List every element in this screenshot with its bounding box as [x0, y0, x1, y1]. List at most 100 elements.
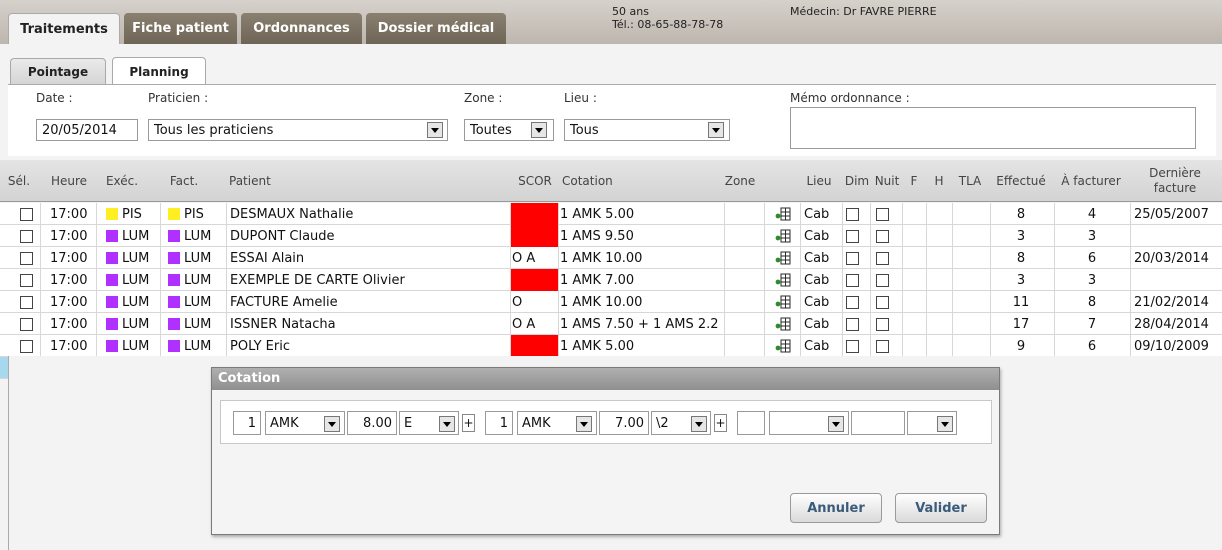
row-patient[interactable]: ESSAI Alain: [230, 247, 508, 269]
col-nuit[interactable]: Nuit: [872, 160, 902, 202]
col-zone[interactable]: Zone: [720, 160, 760, 202]
row-nuit-checkbox[interactable]: [876, 335, 896, 357]
row-select-checkbox[interactable]: [20, 335, 36, 357]
subtab-planning[interactable]: Planning: [112, 57, 206, 85]
row-select-checkbox[interactable]: [20, 313, 36, 335]
row-cotation[interactable]: 1 AMS 7.50 + 1 AMS 2.2: [560, 313, 724, 335]
checkbox[interactable]: [876, 273, 889, 287]
checkbox[interactable]: [20, 207, 33, 221]
tab-traitements[interactable]: Traitements: [8, 13, 120, 44]
checkbox[interactable]: [876, 207, 889, 221]
checkbox[interactable]: [876, 229, 889, 243]
row-cotation[interactable]: 1 AMK 10.00: [560, 247, 724, 269]
row-select-checkbox[interactable]: [20, 291, 36, 313]
row-nuit-checkbox[interactable]: [876, 225, 896, 247]
map-grid-icon[interactable]: [775, 295, 791, 309]
line3-code-dropdown-icon[interactable]: [828, 416, 844, 432]
praticien-dropdown-icon[interactable]: [427, 122, 443, 138]
line2-value-input[interactable]: 7.00: [599, 411, 649, 435]
row-dim-checkbox[interactable]: [846, 335, 866, 357]
row-dim-checkbox[interactable]: [846, 291, 866, 313]
line1-mod-dropdown-icon[interactable]: [439, 416, 455, 432]
col-derniere-facture[interactable]: Dernière facture: [1132, 160, 1218, 202]
map-grid-icon[interactable]: [775, 273, 791, 287]
col-lieu[interactable]: Lieu: [800, 160, 838, 202]
row-zone-icon-cell[interactable]: [766, 291, 800, 313]
col-exec[interactable]: Exéc.: [98, 160, 146, 202]
checkbox[interactable]: [846, 207, 859, 221]
col-heure[interactable]: Heure: [44, 160, 94, 202]
map-grid-icon[interactable]: [775, 229, 791, 243]
col-h[interactable]: H: [926, 160, 952, 202]
checkbox[interactable]: [876, 339, 889, 353]
row-dim-checkbox[interactable]: [846, 247, 866, 269]
row-nuit-checkbox[interactable]: [876, 269, 896, 291]
col-a-facturer[interactable]: À facturer: [1054, 160, 1128, 202]
checkbox[interactable]: [846, 317, 859, 331]
row-zone-icon-cell[interactable]: [766, 203, 800, 225]
checkbox[interactable]: [20, 295, 33, 309]
row-zone-icon-cell[interactable]: [766, 335, 800, 357]
row-cotation[interactable]: 1 AMK 5.00: [560, 203, 724, 225]
line3-qty-input[interactable]: [737, 411, 765, 435]
row-zone-icon-cell[interactable]: [766, 225, 800, 247]
line2-plus-button[interactable]: +: [714, 414, 727, 432]
praticien-select[interactable]: Tous les praticiens: [148, 119, 448, 141]
row-dim-checkbox[interactable]: [846, 269, 866, 291]
checkbox[interactable]: [846, 273, 859, 287]
row-dim-checkbox[interactable]: [846, 225, 866, 247]
table-row[interactable]: 17:00 LUM LUM EXEMPLE DE CARTE Olivier 1 AMK…: [0, 269, 1222, 291]
row-zone-icon-cell[interactable]: [766, 269, 800, 291]
validate-button[interactable]: Valider: [895, 493, 987, 523]
zone-dropdown-icon[interactable]: [531, 122, 547, 138]
row-nuit-checkbox[interactable]: [876, 203, 896, 225]
line3-value-input[interactable]: [851, 411, 905, 435]
row-nuit-checkbox[interactable]: [876, 247, 896, 269]
table-row[interactable]: 17:00 PIS PIS DESMAUX Nathalie 1 AMK 5.00 Cab…: [0, 203, 1222, 225]
row-cotation[interactable]: 1 AMK 5.00: [560, 335, 724, 357]
row-patient[interactable]: DESMAUX Nathalie: [230, 203, 508, 225]
table-row[interactable]: 17:00 LUM LUM ISSNER Natacha O A 1 AMS 7.50 +…: [0, 313, 1222, 335]
col-dim[interactable]: Dim: [842, 160, 872, 202]
row-select-checkbox[interactable]: [20, 225, 36, 247]
checkbox[interactable]: [20, 339, 33, 353]
subtab-pointage[interactable]: Pointage: [10, 58, 106, 84]
date-input[interactable]: 20/05/2014: [36, 119, 138, 141]
checkbox[interactable]: [876, 295, 889, 309]
map-grid-icon[interactable]: [775, 251, 791, 265]
memo-textarea[interactable]: [790, 107, 1196, 149]
table-row[interactable]: 17:00 LUM LUM DUPONT Claude 1 AMS 9.50 Cab 3 3: [0, 225, 1222, 247]
checkbox[interactable]: [846, 295, 859, 309]
line2-mod-dropdown-icon[interactable]: [691, 416, 707, 432]
lieu-select[interactable]: Tous: [564, 119, 730, 141]
checkbox[interactable]: [876, 317, 889, 331]
row-patient[interactable]: FACTURE Amelie: [230, 291, 508, 313]
row-select-checkbox[interactable]: [20, 203, 36, 225]
table-row[interactable]: 17:00 LUM LUM FACTURE Amelie O 1 AMK 10.00 Cab…: [0, 291, 1222, 313]
row-select-checkbox[interactable]: [20, 269, 36, 291]
col-patient[interactable]: Patient: [229, 160, 349, 202]
checkbox[interactable]: [846, 339, 859, 353]
table-row[interactable]: 17:00 LUM LUM ESSAI Alain O A 1 AMK 10.00 Cab 8…: [0, 247, 1222, 269]
line1-plus-button[interactable]: +: [462, 414, 475, 432]
col-f[interactable]: F: [902, 160, 926, 202]
row-nuit-checkbox[interactable]: [876, 291, 896, 313]
tab-fiche-patient[interactable]: Fiche patient: [124, 13, 237, 44]
line1-value-input[interactable]: 8.00: [347, 411, 397, 435]
line1-qty-input[interactable]: 1: [233, 411, 261, 435]
col-sel[interactable]: Sél.: [0, 160, 38, 202]
row-zone-icon-cell[interactable]: [766, 313, 800, 335]
tab-dossier-medical[interactable]: Dossier médical: [366, 13, 506, 44]
row-cotation[interactable]: 1 AMS 9.50: [560, 225, 724, 247]
table-row[interactable]: 17:00 LUM LUM POLY Eric 1 AMK 5.00 Cab 9 6 09/10…: [0, 335, 1222, 357]
cancel-button[interactable]: Annuler: [790, 493, 882, 523]
line1-code-dropdown-icon[interactable]: [324, 416, 340, 432]
row-dim-checkbox[interactable]: [846, 203, 866, 225]
row-patient[interactable]: ISSNER Natacha: [230, 313, 508, 335]
checkbox[interactable]: [20, 229, 33, 243]
row-patient[interactable]: DUPONT Claude: [230, 225, 508, 247]
col-tla[interactable]: TLA: [952, 160, 988, 202]
checkbox[interactable]: [20, 317, 33, 331]
map-grid-icon[interactable]: [775, 317, 791, 331]
row-select-checkbox[interactable]: [20, 247, 36, 269]
